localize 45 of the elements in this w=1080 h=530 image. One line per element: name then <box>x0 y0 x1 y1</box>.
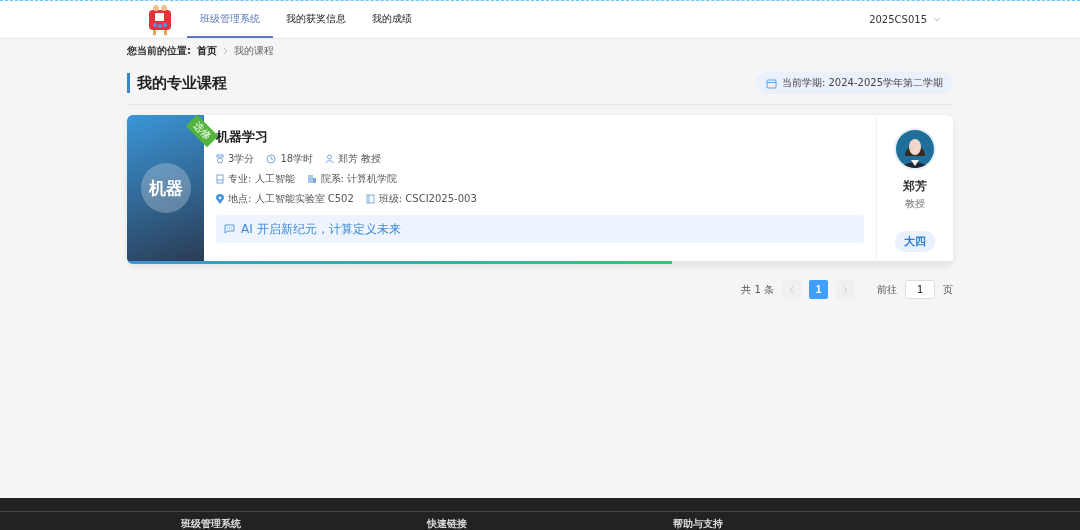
hours: 18学时 <box>280 152 314 166</box>
caret-icon <box>933 17 941 22</box>
user-icon <box>325 154 335 164</box>
clock-icon <box>266 154 277 164</box>
location-pin-icon <box>216 194 224 204</box>
page-suffix: 页 <box>943 282 953 297</box>
chevron-right-icon <box>843 285 848 294</box>
next-page-button[interactable] <box>836 280 855 299</box>
cover-text: 机器 <box>140 163 191 213</box>
nav-tab[interactable]: 我的成绩 <box>359 1 425 38</box>
breadcrumb-label: 您当前的位置: <box>127 44 191 58</box>
goto-label: 前往 <box>877 282 897 297</box>
motto-text: AI 开启新纪元，计算定义未来 <box>241 220 401 238</box>
nav-tab[interactable]: 我的获奖信息 <box>273 1 359 38</box>
footer-heading: 快速链接 <box>427 518 468 530</box>
footer-heading: 帮助与支持 <box>673 518 724 530</box>
page-title: 我的专业课程 <box>127 73 227 93</box>
major: 专业: 人工智能 <box>228 172 295 186</box>
previous-page-button[interactable] <box>782 280 801 299</box>
total-count: 共 1 条 <box>741 282 774 297</box>
chevron-left-icon <box>789 285 794 294</box>
teacher-name: 郑芳 <box>903 178 927 195</box>
class-icon <box>365 194 375 204</box>
chevron-icon <box>223 45 228 57</box>
course-name: 机器学习 <box>216 128 269 146</box>
footer-heading: 班级管理系统 <box>181 518 242 530</box>
grade-badge: 大四 <box>895 231 935 252</box>
location: 地点: 人工智能实验室 C502 <box>228 192 354 206</box>
calendar-icon <box>765 77 777 89</box>
teacher-line: 郑芳 教授 <box>338 152 382 166</box>
semester-text: 当前学期: 2024-2025学年第二学期 <box>781 76 943 90</box>
nav-tab[interactable]: 班级管理系统 <box>187 1 273 38</box>
teacher-title: 教授 <box>905 197 925 211</box>
breadcrumb-current: 我的课程 <box>234 44 274 58</box>
page-input[interactable]: 1 <box>905 280 935 299</box>
class-code: 班级: CSCI2025-003 <box>378 192 477 206</box>
breadcrumb-link[interactable]: 首页 <box>197 44 217 58</box>
department: 院系: 计算机学院 <box>320 172 398 186</box>
course-card[interactable]: 机器 选修 机器学习 3学分 18学时 郑芳 教授 专业: 人工智能 院系: 计算机学院 地点: 人工智能实验室 C502 班级: CSCI2025-003 AI 开启新纪元，计算定义未来 郑芳 教授 大四 <box>127 115 953 264</box>
medal-icon <box>216 154 224 164</box>
comment-icon <box>224 224 235 234</box>
user-menu[interactable]: 2025CS015 <box>869 14 941 25</box>
book-icon <box>216 174 224 184</box>
credits: 3学分 <box>228 152 255 166</box>
building-icon <box>306 174 317 184</box>
